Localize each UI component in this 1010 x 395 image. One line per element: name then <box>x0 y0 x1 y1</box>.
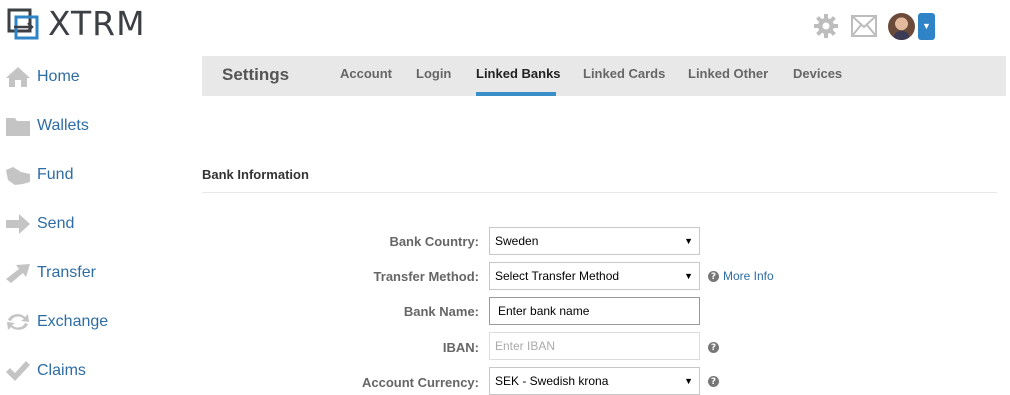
section-title: Bank Information <box>202 167 309 182</box>
sidebar-item-label: Wallets <box>37 116 89 134</box>
gear-icon[interactable] <box>812 12 840 40</box>
bank-name-placeholder: Enter bank name <box>498 304 590 318</box>
logo-mark-icon <box>7 8 39 40</box>
transfer-method-label: Transfer Method: <box>373 269 479 284</box>
help-icon[interactable]: ? <box>708 342 719 353</box>
help-icon[interactable]: ? <box>708 271 719 282</box>
account-currency-value: SEK - Swedish krona <box>495 374 609 388</box>
sidebar-item-transfer[interactable]: Transfer <box>0 248 180 297</box>
page-title: Settings <box>222 65 290 84</box>
account-currency-label: Account Currency: <box>361 375 479 390</box>
sidebar-item-label: Send <box>37 214 75 232</box>
sidebar-item-fund[interactable]: Fund <box>0 150 180 199</box>
account-currency-select[interactable]: SEK - Swedish krona <box>489 367 700 395</box>
iban-placeholder: Enter IBAN <box>495 339 556 353</box>
transfer-method-select[interactable]: Select Transfer Method <box>489 262 700 290</box>
sidebar-item-home[interactable]: Home <box>0 52 180 101</box>
tab-linked-other[interactable]: Linked Other <box>688 66 768 81</box>
iban-input[interactable]: Enter IBAN <box>489 332 700 360</box>
active-tab-indicator <box>476 92 556 96</box>
tab-linked-cards[interactable]: Linked Cards <box>583 66 665 81</box>
arrow-right-icon <box>4 212 31 236</box>
sidebar-item-label: Fund <box>37 165 74 183</box>
bank-country-select[interactable]: Sweden <box>489 227 700 255</box>
tab-login[interactable]: Login <box>416 66 451 81</box>
check-icon <box>4 359 31 383</box>
transfer-method-value: Select Transfer Method <box>495 269 620 283</box>
section-divider <box>202 192 997 193</box>
bank-country-value: Sweden <box>495 234 539 248</box>
xtrm-logo[interactable]: XTRM <box>6 6 146 42</box>
home-icon <box>4 65 31 89</box>
sidebar-item-label: Claims <box>37 361 86 379</box>
sidebar-item-send[interactable]: Send <box>0 199 180 248</box>
bank-name-input[interactable]: Enter bank name <box>489 297 700 325</box>
settings-tab-bar: Settings Account Login Linked Banks Link… <box>202 56 1006 96</box>
folder-icon <box>4 114 31 138</box>
bank-country-label: Bank Country: <box>389 234 479 249</box>
topbar-icons: ▼ <box>812 12 935 40</box>
tab-account[interactable]: Account <box>340 66 392 81</box>
chevron-down-icon[interactable]: ▼ <box>918 12 935 40</box>
help-icon[interactable]: ? <box>708 376 719 387</box>
sidebar-item-label: Transfer <box>37 263 96 281</box>
sidebar-item-label: Exchange <box>37 312 109 330</box>
sidebar-item-claims[interactable]: Claims <box>0 346 180 395</box>
mail-icon[interactable] <box>850 12 878 40</box>
exchange-icon <box>4 310 31 334</box>
avatar[interactable] <box>888 12 915 40</box>
bank-name-label: Bank Name: <box>403 304 479 319</box>
sidebar-nav: Home Wallets Fund Send Transfer Exchange <box>0 52 180 395</box>
sidebar-item-exchange[interactable]: Exchange <box>0 297 180 346</box>
sidebar-item-label: Home <box>37 67 80 85</box>
brand-name: XTRM <box>48 4 146 43</box>
tab-linked-banks[interactable]: Linked Banks <box>476 66 561 81</box>
more-info-link[interactable]: More Info <box>723 269 774 283</box>
transfer-icon <box>4 261 31 285</box>
iban-label: IBAN: <box>442 340 479 355</box>
tab-devices[interactable]: Devices <box>793 66 842 81</box>
sidebar-item-wallets[interactable]: Wallets <box>0 101 180 150</box>
fund-icon <box>4 163 31 187</box>
